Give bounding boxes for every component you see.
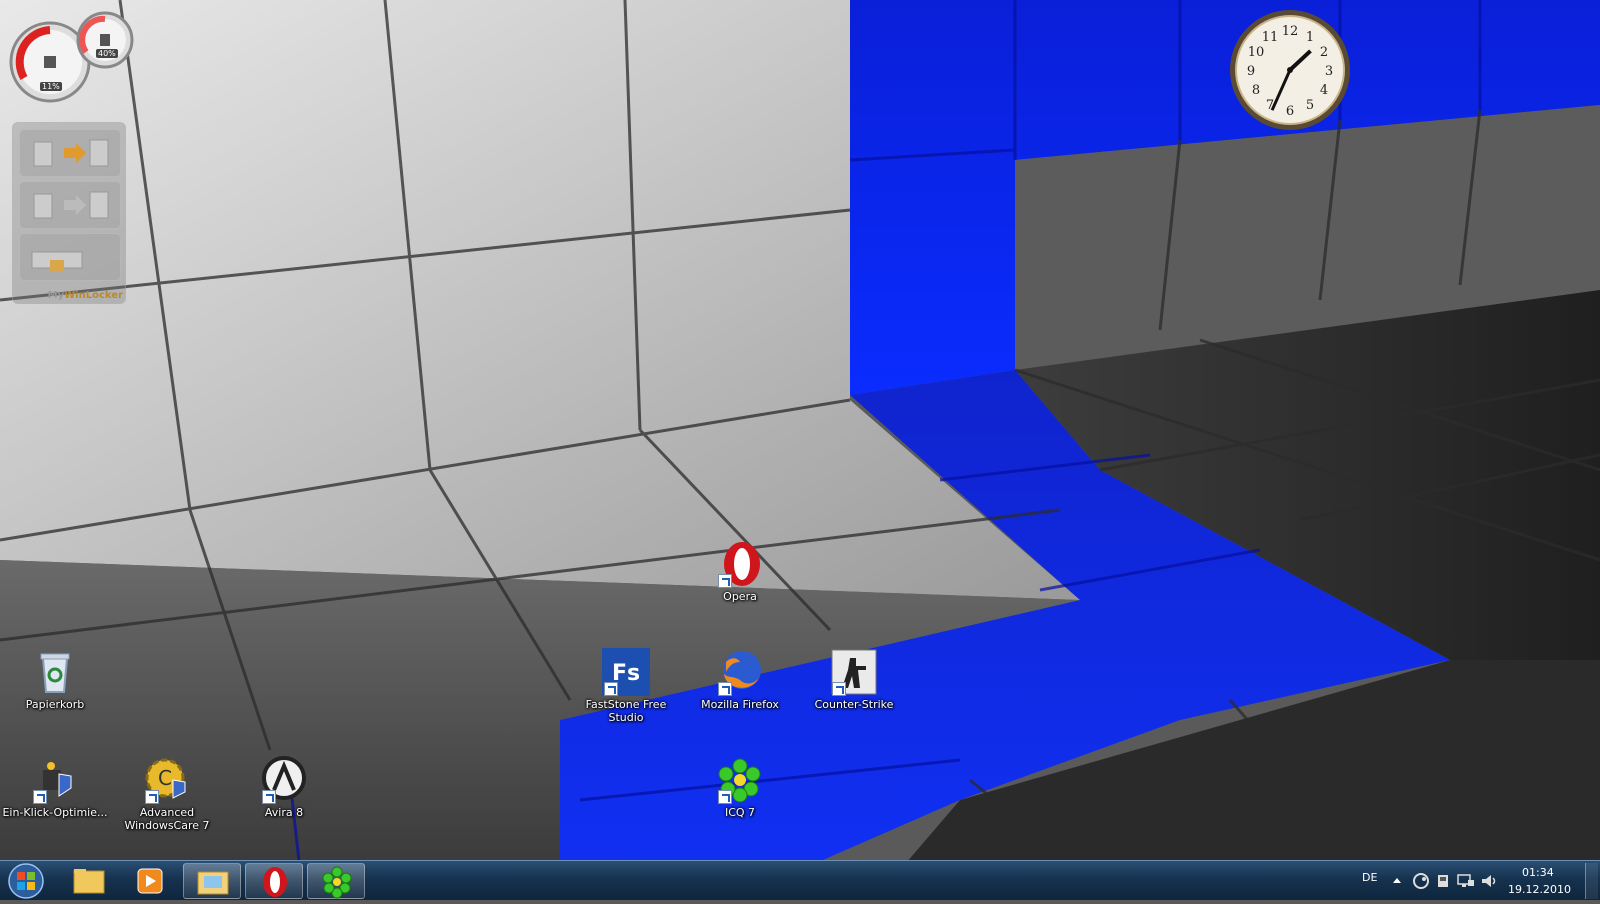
svg-text:12: 12 xyxy=(1282,24,1299,39)
decrypt-button[interactable] xyxy=(19,181,121,229)
shortcut-arrow-icon xyxy=(718,574,732,588)
taskbar-explorer[interactable] xyxy=(60,863,118,899)
svg-text:4: 4 xyxy=(1320,83,1328,98)
clock-time[interactable]: 01:34 xyxy=(1522,866,1554,879)
faststone-icon: Fs xyxy=(602,648,650,696)
firefox-icon xyxy=(716,648,764,696)
recycle-bin-icon xyxy=(31,648,79,696)
counter-strike-icon xyxy=(830,648,878,696)
folder-icon xyxy=(73,869,105,894)
clock-gadget[interactable]: 12 12 345 678 91011 xyxy=(1228,8,1352,132)
ram-percent: 40% xyxy=(96,49,118,58)
opera-icon xyxy=(716,540,764,588)
volume-icon[interactable] xyxy=(1480,872,1498,890)
show-desktop-button[interactable] xyxy=(1585,863,1598,899)
shortcut-arrow-icon xyxy=(145,790,159,804)
taskbar-windows-explorer-folder[interactable] xyxy=(183,863,241,899)
shortcut-arrow-icon xyxy=(262,790,276,804)
optimizer-icon xyxy=(31,756,79,804)
icon-label: Ein-Klick-Optimie... xyxy=(2,806,108,819)
systemcare-icon: C xyxy=(143,756,191,804)
svg-text:10: 10 xyxy=(1248,45,1265,60)
shortcut-arrow-icon xyxy=(33,790,47,804)
svg-text:9: 9 xyxy=(1247,64,1255,79)
cpu-percent: 11% xyxy=(40,82,62,91)
svg-text:6: 6 xyxy=(1286,104,1294,119)
desktop-icon-icq[interactable]: ICQ 7 xyxy=(685,756,795,819)
svg-text:2: 2 xyxy=(1320,45,1328,60)
icon-label: Mozilla Firefox xyxy=(701,698,779,711)
usb-device-icon[interactable] xyxy=(1434,872,1452,890)
shortcut-arrow-icon xyxy=(604,682,618,696)
encrypt-button[interactable] xyxy=(19,129,121,177)
svg-text:1: 1 xyxy=(1306,30,1314,45)
mywinlocker-brand: MyWinLocker xyxy=(47,290,123,301)
network-icon[interactable] xyxy=(1456,872,1476,890)
icq-flower-icon xyxy=(322,866,352,899)
system-tray: DE 01:34 19.12.2010 xyxy=(1300,861,1600,901)
windows-logo-icon xyxy=(8,863,44,899)
icq-flower-icon xyxy=(716,756,764,804)
start-button[interactable] xyxy=(4,863,50,899)
avira-icon xyxy=(260,756,308,804)
desktop-icon-counter-strike[interactable]: Counter-Strike xyxy=(799,648,909,711)
windows-folder-icon xyxy=(197,871,229,895)
desktop-icon-firefox[interactable]: Mozilla Firefox xyxy=(685,648,795,711)
show-hidden-icons-chevron-icon[interactable] xyxy=(1392,873,1402,887)
icon-label: Counter-Strike xyxy=(814,698,894,711)
icon-label: FastStone Free Studio xyxy=(585,698,667,724)
vault-button[interactable] xyxy=(19,233,121,281)
svg-text:8: 8 xyxy=(1252,83,1260,98)
desktop-icon-advanced-systemcare[interactable]: C Advanced WindowsCare 7 xyxy=(112,756,222,832)
desktop-icon-recycle-bin[interactable]: Papierkorb xyxy=(0,648,110,711)
icon-label: ICQ 7 xyxy=(724,806,756,819)
svg-text:5: 5 xyxy=(1306,98,1314,113)
shortcut-arrow-icon xyxy=(832,682,846,696)
taskbar-opera[interactable] xyxy=(245,863,303,899)
svg-text:3: 3 xyxy=(1325,64,1333,79)
mywinlocker-gadget: MyWinLocker xyxy=(12,122,126,304)
icon-label: Advanced WindowsCare 7 xyxy=(124,806,210,832)
shortcut-arrow-icon xyxy=(718,790,732,804)
language-indicator[interactable]: DE xyxy=(1362,871,1377,884)
svg-text:11: 11 xyxy=(1262,30,1279,45)
cpu-meter-gadget[interactable] xyxy=(8,8,138,104)
decrypt-icon xyxy=(33,191,109,219)
taskbar-media-player[interactable] xyxy=(120,863,178,899)
steam-icon[interactable] xyxy=(1412,872,1430,890)
desktop-icon-avira[interactable]: Avira 8 xyxy=(229,756,339,819)
taskbar-icq[interactable] xyxy=(307,863,365,899)
desktop-icon-faststone[interactable]: Fs FastStone Free Studio xyxy=(571,648,681,724)
shortcut-arrow-icon xyxy=(718,682,732,696)
clock-date[interactable]: 19.12.2010 xyxy=(1508,883,1571,896)
svg-text:C: C xyxy=(158,766,172,790)
encrypt-icon xyxy=(33,139,109,167)
desktop-icon-opera[interactable]: Opera xyxy=(685,540,795,603)
icon-label: Avira 8 xyxy=(264,806,304,819)
taskbar: DE 01:34 19.12.2010 xyxy=(0,860,1600,900)
icon-label: Opera xyxy=(723,590,757,603)
media-player-icon xyxy=(137,868,163,894)
vault-icon xyxy=(31,251,83,272)
opera-icon xyxy=(263,867,287,897)
desktop-icon-ein-klick-optimierer[interactable]: Ein-Klick-Optimie... xyxy=(0,756,110,819)
icon-label: Papierkorb xyxy=(25,698,85,711)
